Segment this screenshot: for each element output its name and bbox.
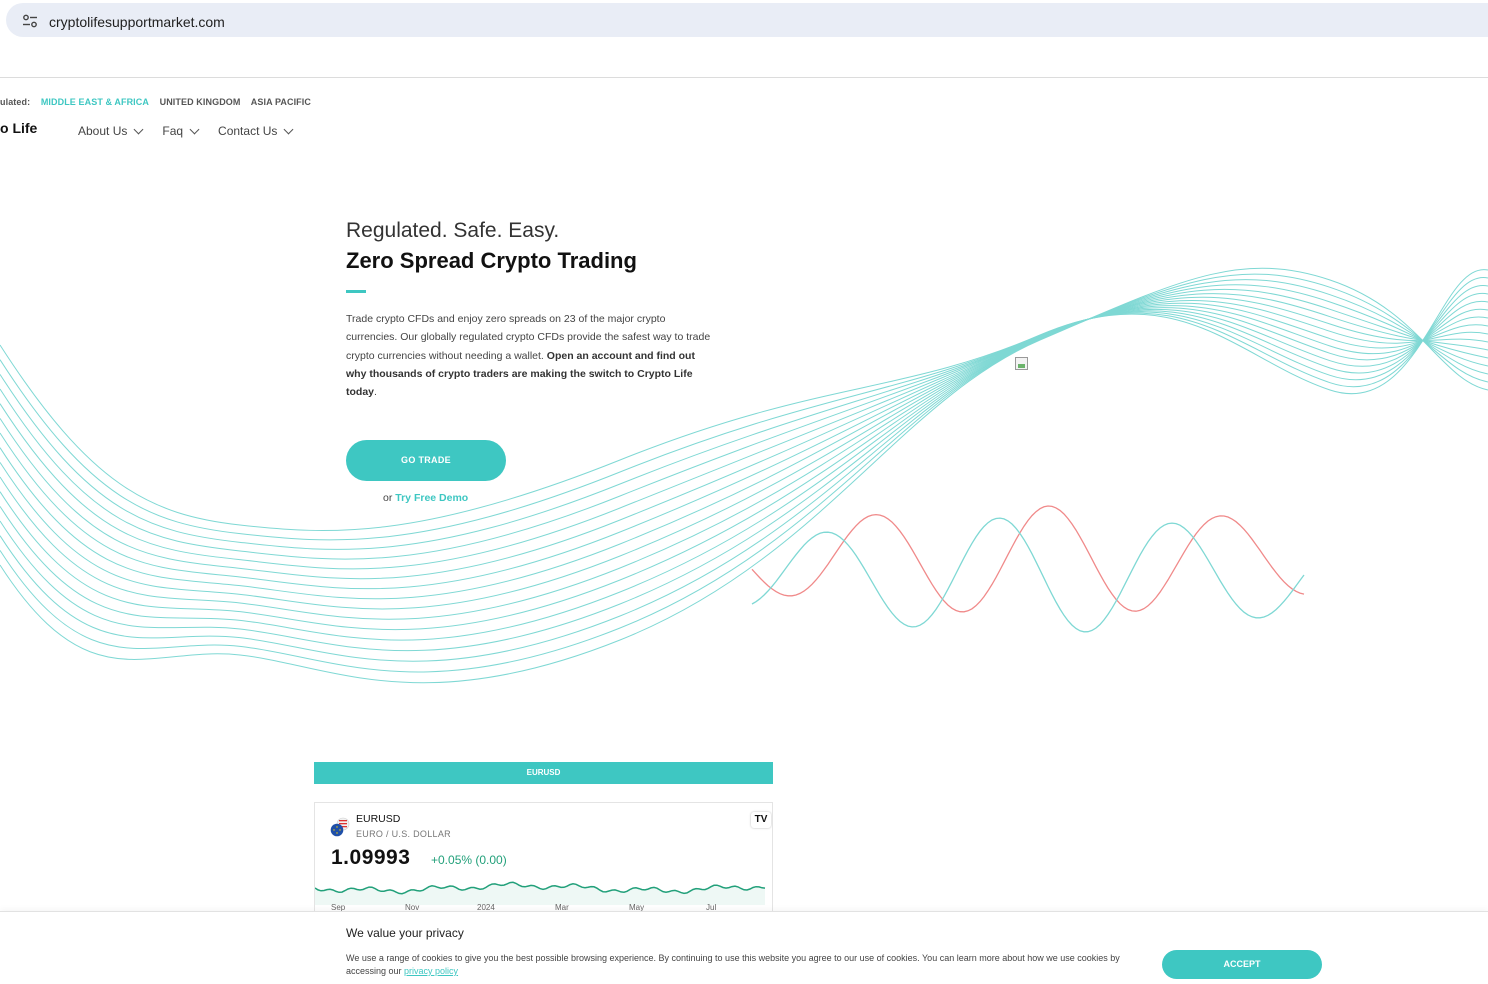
oscillator-line bbox=[751, 505, 1305, 613]
hero-divider bbox=[346, 290, 366, 293]
cookie-title: We value your privacy bbox=[346, 926, 464, 940]
wave-line bbox=[0, 279, 1488, 662]
wave-line bbox=[0, 267, 1488, 684]
accept-cookies-button[interactable]: ACCEPT bbox=[1162, 950, 1322, 979]
symbol-name[interactable]: EURUSD bbox=[356, 813, 400, 825]
nav-contact-us[interactable]: Contact Us bbox=[218, 124, 294, 138]
hero-description-end: . bbox=[374, 386, 377, 399]
demo-line: or Try Free Demo bbox=[383, 492, 468, 504]
decorative-wave-graphic bbox=[0, 267, 1488, 684]
currency-pair-flag-icon bbox=[330, 817, 350, 837]
tab-eurusd[interactable]: EURUSD bbox=[314, 762, 773, 784]
oscillator-line bbox=[751, 517, 1305, 633]
price-change: +0.05% (0.00) bbox=[431, 853, 507, 867]
chevron-down-icon bbox=[189, 124, 200, 135]
regulated-label: ulated: bbox=[0, 97, 31, 107]
hero-subtitle: Regulated. Safe. Easy. bbox=[346, 219, 560, 242]
site-settings-icon[interactable] bbox=[22, 14, 38, 28]
sparkline-area bbox=[315, 882, 765, 905]
wave-line bbox=[0, 269, 1488, 531]
symbol-overview-widget[interactable]: EURUSD EURO / U.S. DOLLAR TV 1.09993 +0.… bbox=[314, 802, 773, 922]
regulated-region-bar: ulated: MIDDLE EAST & AFRICA UNITED KING… bbox=[0, 97, 319, 107]
wave-line bbox=[0, 292, 1488, 560]
hero-title: Zero Spread Crypto Trading bbox=[346, 248, 637, 273]
nav-about-us[interactable]: About Us bbox=[78, 124, 144, 138]
brand-logo-text[interactable]: o Life bbox=[0, 120, 37, 136]
header-divider bbox=[0, 77, 1488, 78]
nav-faq-label: Faq bbox=[162, 124, 184, 138]
wave-line bbox=[0, 288, 1488, 641]
wave-line bbox=[0, 293, 1488, 631]
go-trade-button[interactable]: GO TRADE bbox=[346, 440, 506, 481]
price-value: 1.09993 bbox=[331, 846, 411, 869]
region-link-united-kingdom[interactable]: UNITED KINGDOM bbox=[160, 97, 241, 107]
chevron-down-icon bbox=[133, 124, 144, 135]
cookie-text: We use a range of cookies to give you th… bbox=[346, 952, 1146, 978]
chevron-down-icon bbox=[283, 124, 294, 135]
nav-contact-us-label: Contact Us bbox=[218, 124, 278, 138]
demo-prefix: or bbox=[383, 492, 396, 504]
privacy-policy-link[interactable]: privacy policy bbox=[404, 966, 458, 976]
nav-faq[interactable]: Faq bbox=[162, 124, 200, 138]
url-text[interactable]: cryptolifesupportmarket.com bbox=[49, 14, 225, 30]
wave-line bbox=[0, 307, 1488, 580]
cookie-banner: We value your privacy We use a range of … bbox=[0, 911, 1488, 984]
hero-description: Trade crypto CFDs and enjoy zero spreads… bbox=[346, 310, 718, 401]
nav-about-us-label: About Us bbox=[78, 124, 128, 138]
url-box[interactable]: cryptolifesupportmarket.com bbox=[6, 3, 1488, 37]
cookie-body: We use a range of cookies to give you th… bbox=[346, 953, 1120, 976]
price-sparkline bbox=[315, 881, 766, 905]
wave-line bbox=[0, 273, 1488, 673]
try-free-demo-link[interactable]: Try Free Demo bbox=[395, 492, 468, 504]
tradingview-logo-icon[interactable]: TV bbox=[751, 812, 771, 828]
browser-address-bar: cryptolifesupportmarket.com bbox=[0, 0, 1488, 40]
symbol-description: EURO / U.S. DOLLAR bbox=[356, 829, 451, 839]
broken-image-icon bbox=[1015, 357, 1028, 370]
main-nav: About Us Faq Contact Us bbox=[78, 124, 294, 138]
wave-line bbox=[0, 305, 1488, 590]
wave-line bbox=[0, 284, 1488, 652]
region-link-middle-east-africa[interactable]: MIDDLE EAST & AFRICA bbox=[41, 97, 149, 107]
region-link-asia-pacific[interactable]: ASIA PACIFIC bbox=[251, 97, 311, 107]
